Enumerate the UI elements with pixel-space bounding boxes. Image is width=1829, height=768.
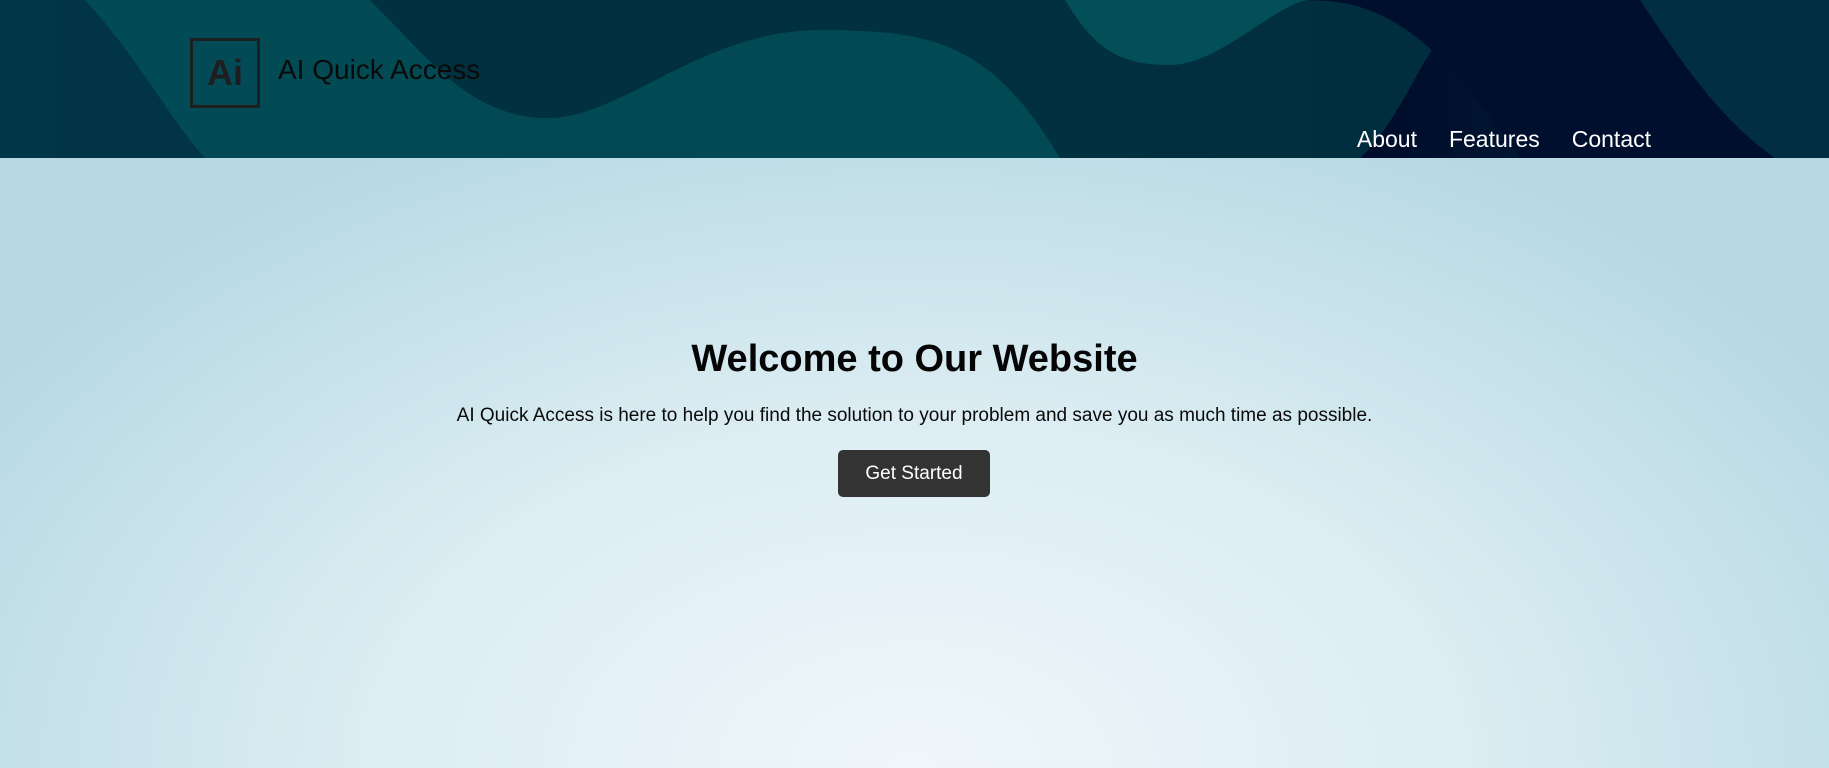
hero-subtitle: AI Quick Access is here to help you find… bbox=[456, 405, 1373, 426]
nav-contact[interactable]: Contact bbox=[1572, 126, 1651, 153]
hero-title: Welcome to Our Website bbox=[691, 338, 1138, 380]
nav-features[interactable]: Features bbox=[1449, 126, 1540, 153]
nav-about[interactable]: About bbox=[1357, 126, 1417, 153]
main-nav: About Features Contact bbox=[1357, 126, 1651, 153]
logo[interactable]: Ai bbox=[190, 38, 260, 108]
site-title: AI Quick Access bbox=[278, 54, 481, 85]
site-header: Ai AI Quick Access About Features Contac… bbox=[0, 0, 1829, 158]
logo-text: Ai bbox=[207, 52, 243, 93]
get-started-button[interactable]: Get Started bbox=[838, 450, 990, 497]
